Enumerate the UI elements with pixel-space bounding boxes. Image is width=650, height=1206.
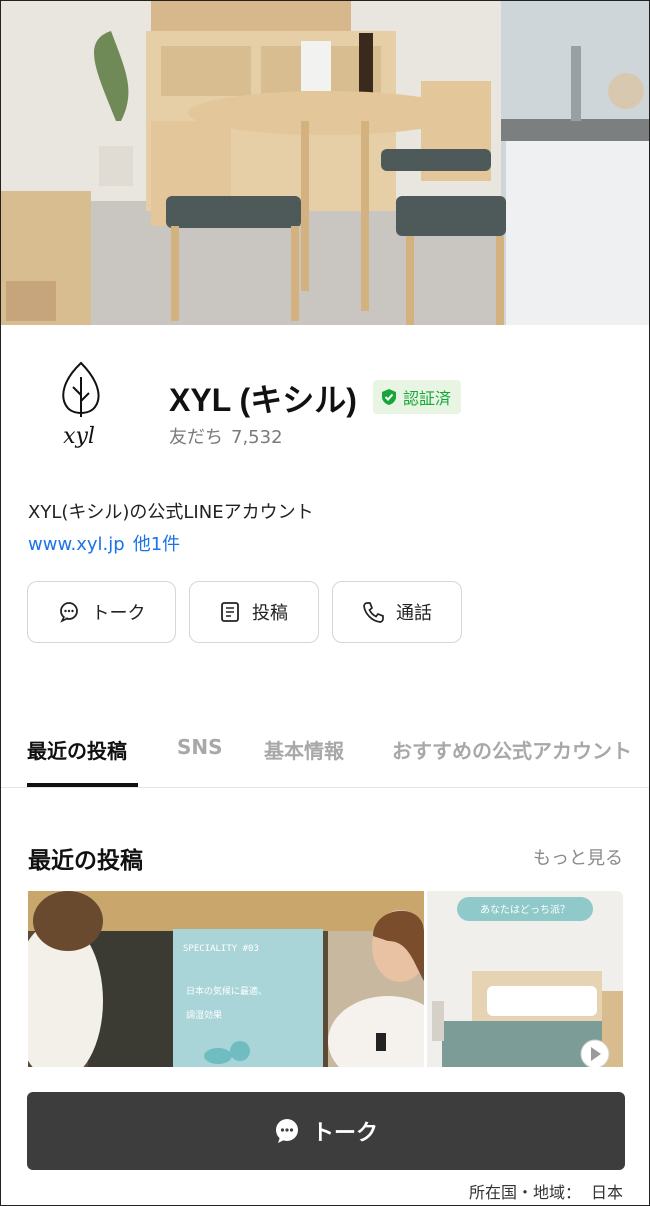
see-more-link[interactable]: もっと見る bbox=[533, 844, 623, 870]
verified-label: 認証済 bbox=[403, 389, 452, 408]
account-description: XYL(キシル)の公式LINEアカウント bbox=[28, 502, 314, 523]
verified-badge[interactable]: 認証済 bbox=[373, 380, 462, 414]
post-button[interactable]: 投稿 bbox=[189, 581, 319, 643]
phone-icon bbox=[363, 602, 384, 623]
svg-text:あなたはどっち派？: あなたはどっち派？ bbox=[480, 904, 570, 916]
cover-photo bbox=[1, 1, 649, 325]
country-value: 日本 bbox=[590, 1183, 623, 1202]
tab-recent-posts[interactable]: 最近の投稿 bbox=[27, 735, 127, 764]
account-name: XYL (キシル) bbox=[169, 382, 357, 418]
website-links[interactable]: www.xyl.jp 他1件 bbox=[28, 530, 180, 556]
svg-text:xyl: xyl bbox=[63, 424, 95, 449]
post-thumbnail[interactable]: SPECIALITY #03 日本の気候に最適、 調湿効果 bbox=[28, 891, 424, 1067]
profile-tabs: 最近の投稿 SNS 基本情報 おすすめの公式アカウント bbox=[1, 723, 649, 788]
call-button-label: 通話 bbox=[396, 603, 432, 624]
account-avatar[interactable]: xyl bbox=[29, 351, 139, 461]
friends-count: 友だち 7,532 bbox=[169, 423, 283, 449]
post-button-label: 投稿 bbox=[252, 603, 288, 624]
recent-posts-title: 最近の投稿 bbox=[28, 848, 143, 874]
friends-number: 7,532 bbox=[231, 427, 283, 448]
more-links[interactable]: 他1件 bbox=[133, 534, 180, 555]
tab-recommended-accounts[interactable]: おすすめの公式アカウント bbox=[392, 735, 632, 764]
country-region: 所在国・地域： 日本 bbox=[469, 1179, 623, 1203]
xyl-logo-icon: xyl bbox=[62, 361, 100, 449]
chat-bubble-icon bbox=[275, 1119, 298, 1143]
talk-button[interactable]: トーク bbox=[27, 581, 176, 643]
document-icon bbox=[221, 602, 239, 622]
profile-page: xyl XYL (キシル) 認証済 友だち 7,532 XYL(キシル)の公式LI… bbox=[0, 0, 650, 1206]
call-button[interactable]: 通話 bbox=[332, 581, 462, 643]
tab-sns[interactable]: SNS bbox=[177, 735, 223, 759]
country-label: 所在国・地域： bbox=[468, 1183, 581, 1202]
talk-button-label: トーク bbox=[91, 603, 146, 624]
svg-text:日本の気候に最適、: 日本の気候に最適、 bbox=[186, 985, 267, 997]
svg-text:SPECIALITY #03: SPECIALITY #03 bbox=[183, 944, 259, 954]
talk-cta-button[interactable]: トーク bbox=[27, 1092, 625, 1170]
friends-label: 友だち bbox=[169, 427, 223, 448]
active-tab-indicator bbox=[27, 783, 138, 787]
post-thumbnail[interactable]: あなたはどっち派？ bbox=[427, 891, 623, 1067]
chat-bubble-icon bbox=[59, 602, 78, 623]
shield-check-icon bbox=[382, 389, 396, 405]
website-link[interactable]: www.xyl.jp bbox=[28, 534, 125, 555]
svg-text:調湿効果: 調湿効果 bbox=[186, 1009, 222, 1021]
tab-basic-info[interactable]: 基本情報 bbox=[264, 735, 344, 764]
talk-cta-label: トーク bbox=[311, 1121, 378, 1146]
